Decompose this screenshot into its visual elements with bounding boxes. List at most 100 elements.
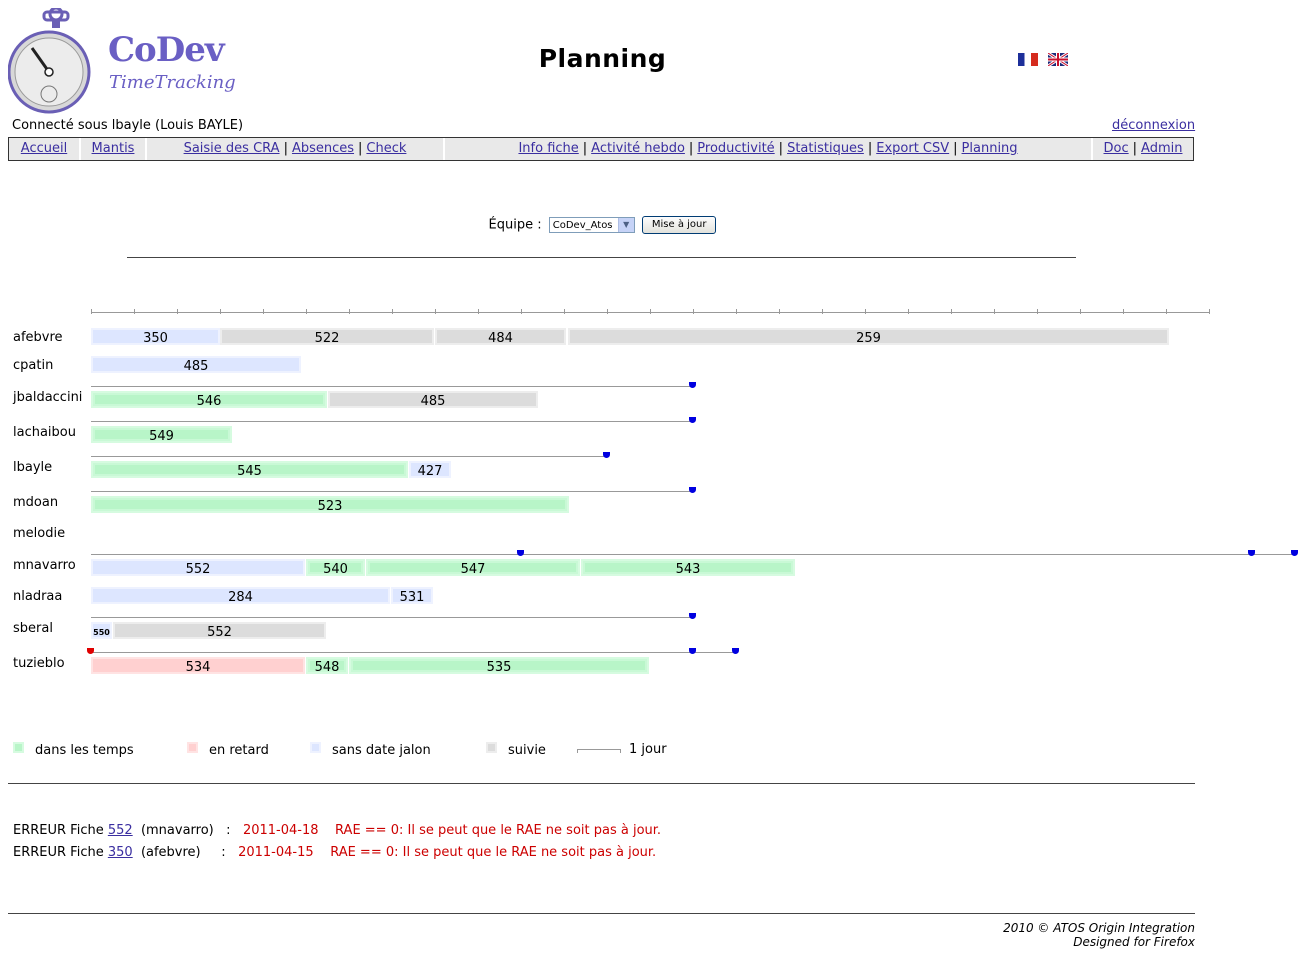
menu-link-doc[interactable]: Doc [1104,141,1129,156]
ruler-tick [91,309,92,314]
team-selector-row: Équipe : CoDev_Atos ▼ Mise à jour [0,216,1205,234]
ruler-tick [478,309,479,314]
deadline-marker-icon[interactable] [1291,550,1298,556]
separator-footer [8,913,1195,914]
menu-link-admin[interactable]: Admin [1141,141,1182,156]
menu-link-export-csv[interactable]: Export CSV [876,141,949,156]
legend-swatch-late [187,742,198,753]
menu-link-activite-hebdo[interactable]: Activité hebdo [591,141,685,156]
error-separator: : [226,823,231,838]
menu-link-info-fiche[interactable]: Info fiche [518,141,578,156]
error-fiche-link[interactable]: 552 [108,823,133,838]
task-bar-552[interactable]: 552 [91,559,305,577]
legend-swatch-followed [486,742,497,753]
task-bar-522[interactable]: 522 [220,328,434,346]
deadline-line [91,554,1296,555]
separator-top [127,257,1076,258]
legend-one-day: 1 jour [629,742,667,757]
deadline-marker-icon[interactable] [1248,550,1255,556]
task-bar-427[interactable]: 427 [409,461,451,479]
task-bar-534[interactable]: 534 [91,657,305,675]
task-bar-552[interactable]: 552 [113,622,326,640]
deadline-marker-icon[interactable] [517,550,524,556]
ruler-tick [1123,309,1124,314]
menu-link-planning[interactable]: Planning [962,141,1018,156]
logout-link[interactable]: déconnexion [1112,118,1195,133]
deadline-marker-icon[interactable] [603,452,610,458]
deadline-marker-icon[interactable] [732,648,739,654]
legend-on-time: dans les temps [35,743,134,758]
error-message: RAE == 0: Il se peut que le RAE ne soit … [335,823,662,838]
error-fiche-link[interactable]: 350 [108,845,133,860]
late-deadline-marker-icon[interactable] [87,648,94,654]
task-bar-484[interactable]: 484 [435,328,566,346]
task-bar-485[interactable]: 485 [91,356,301,374]
menu-link-check[interactable]: Check [366,141,406,156]
ruler-tick [435,309,436,314]
error-date: 2011-04-18 [242,823,319,838]
menu-link-absences[interactable]: Absences [292,141,354,156]
ruler-tick [564,309,565,314]
error-separator: : [221,845,226,860]
user-name-lbayle: lbayle [13,460,53,475]
task-bar-485[interactable]: 485 [328,391,538,409]
ruler-tick [177,309,178,314]
deadline-line [91,652,736,653]
task-bar-523[interactable]: 523 [91,496,569,514]
deadline-line [91,491,693,492]
legend-no-deadline: sans date jalon [332,743,431,758]
team-select[interactable]: CoDev_Atos ▼ [548,217,635,233]
ruler-tick [220,309,221,314]
error-message: RAE == 0: Il se peut que le RAE ne soit … [330,845,657,860]
task-bar-545[interactable]: 545 [91,461,408,479]
update-button[interactable]: Mise à jour [641,216,717,234]
deadline-marker-icon[interactable] [689,382,696,388]
menu-link-statistiques[interactable]: Statistiques [787,141,864,156]
menu-link-productivite[interactable]: Productivité [697,141,774,156]
ruler-tick [1166,309,1167,314]
deadline-marker-icon[interactable] [689,648,696,654]
chevron-down-icon[interactable]: ▼ [617,218,634,232]
menu-link-mantis[interactable]: Mantis [92,141,135,156]
menu-link-saisie-cra[interactable]: Saisie des CRA [184,141,280,156]
separator-legend [8,783,1195,784]
fr-flag-icon[interactable] [1018,53,1038,66]
task-bar-531[interactable]: 531 [391,587,433,605]
task-bar-350[interactable]: 350 [91,328,220,346]
user-name-mnavarro: mnavarro [13,558,76,573]
user-name-cpatin: cpatin [13,358,54,373]
timeline-ruler [91,309,1210,319]
menu-link-home[interactable]: Accueil [21,141,67,156]
uk-flag-icon[interactable] [1048,53,1069,66]
task-bar-540[interactable]: 540 [306,559,365,577]
user-name-lachaibou: lachaibou [13,425,76,440]
task-bar-546[interactable]: 546 [91,391,327,409]
task-bar-535[interactable]: 535 [349,657,649,675]
menu-cell-home: Accueil [9,138,81,160]
legend-followed: suivie [508,743,546,758]
error-row: ERREUR Fiche 552 (mnavarro) : 2011-04-18… [13,823,661,838]
deadline-line [91,386,693,387]
task-bar-549[interactable]: 549 [91,426,232,444]
footer-copyright: 2010 © ATOS Origin Integration [1003,921,1195,935]
error-row: ERREUR Fiche 350 (afebvre) : 2011-04-15 … [13,845,656,860]
deadline-marker-icon[interactable] [689,487,696,493]
ruler-tick [908,309,909,314]
task-bar-543[interactable]: 543 [581,559,795,577]
error-prefix: ERREUR Fiche [13,845,104,860]
logo-subtitle: TimeTracking [109,72,236,93]
deadline-marker-icon[interactable] [689,417,696,423]
task-bar-547[interactable]: 547 [366,559,580,577]
error-date: 2011-04-15 [238,845,314,860]
ruler-tick [349,309,350,314]
menu-cell-reports: Info fiche | Activité hebdo | Productivité | S… [445,138,1093,160]
task-bar-259[interactable]: 259 [568,328,1169,346]
task-bar-550[interactable]: 550 [91,622,112,639]
ruler-tick [521,309,522,314]
legend-late: en retard [209,743,269,758]
deadline-line [91,421,693,422]
deadline-marker-icon[interactable] [689,613,696,619]
legend-day-scale-icon [577,749,621,753]
task-bar-548[interactable]: 548 [306,657,348,675]
task-bar-284[interactable]: 284 [91,587,390,605]
